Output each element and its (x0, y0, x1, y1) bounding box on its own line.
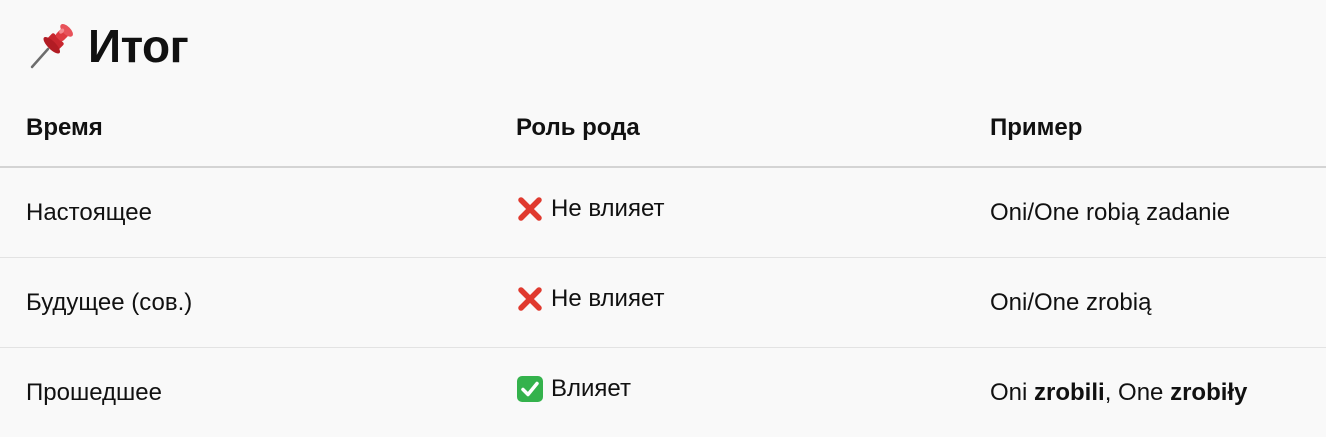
page-heading: Итог (26, 17, 188, 75)
table-row: Будущее (сов.) Не влияет Oni/One zrobią (0, 258, 1326, 348)
column-header-example: Пример (990, 90, 1326, 167)
status-affects: Влияет (516, 375, 631, 403)
status-not-affects: Не влияет (516, 195, 665, 223)
role-label: Не влияет (551, 285, 665, 313)
example-cell: Oni/One robią zadanie (990, 167, 1326, 258)
column-header-gender-role: Роль рода (516, 90, 990, 167)
example-text: Oni (990, 379, 1034, 406)
status-not-affects: Не влияет (516, 285, 665, 313)
table-row: Прошедшее Влияет Oni zrobili, One zrobił… (0, 348, 1326, 437)
tense-cell: Прошедшее (0, 348, 516, 437)
role-cell: Не влияет (516, 167, 990, 258)
example-text: , One (1105, 379, 1170, 406)
summary-table: Время Роль рода Пример Настоящее Не влия… (0, 90, 1326, 437)
table-header-row: Время Роль рода Пример (0, 90, 1326, 167)
cross-mark-icon (516, 285, 544, 313)
table-row: Настоящее Не влияет Oni/One robią zadani… (0, 167, 1326, 258)
role-cell: Не влияет (516, 258, 990, 348)
example-bold-form: zrobili (1034, 379, 1105, 406)
column-header-tense: Время (0, 90, 516, 167)
cross-mark-icon (516, 195, 544, 223)
role-label: Влияет (551, 375, 631, 403)
example-bold-form: zrobiły (1170, 379, 1247, 406)
example-cell: Oni/One zrobią (990, 258, 1326, 348)
tense-cell: Настоящее (0, 167, 516, 258)
check-mark-icon (516, 375, 544, 403)
example-cell: Oni zrobili, One zrobiły (990, 348, 1326, 437)
role-cell: Влияет (516, 348, 990, 437)
tense-cell: Будущее (сов.) (0, 258, 516, 348)
pushpin-icon (26, 21, 76, 71)
role-label: Не влияет (551, 195, 665, 223)
page-title: Итог (88, 17, 188, 75)
